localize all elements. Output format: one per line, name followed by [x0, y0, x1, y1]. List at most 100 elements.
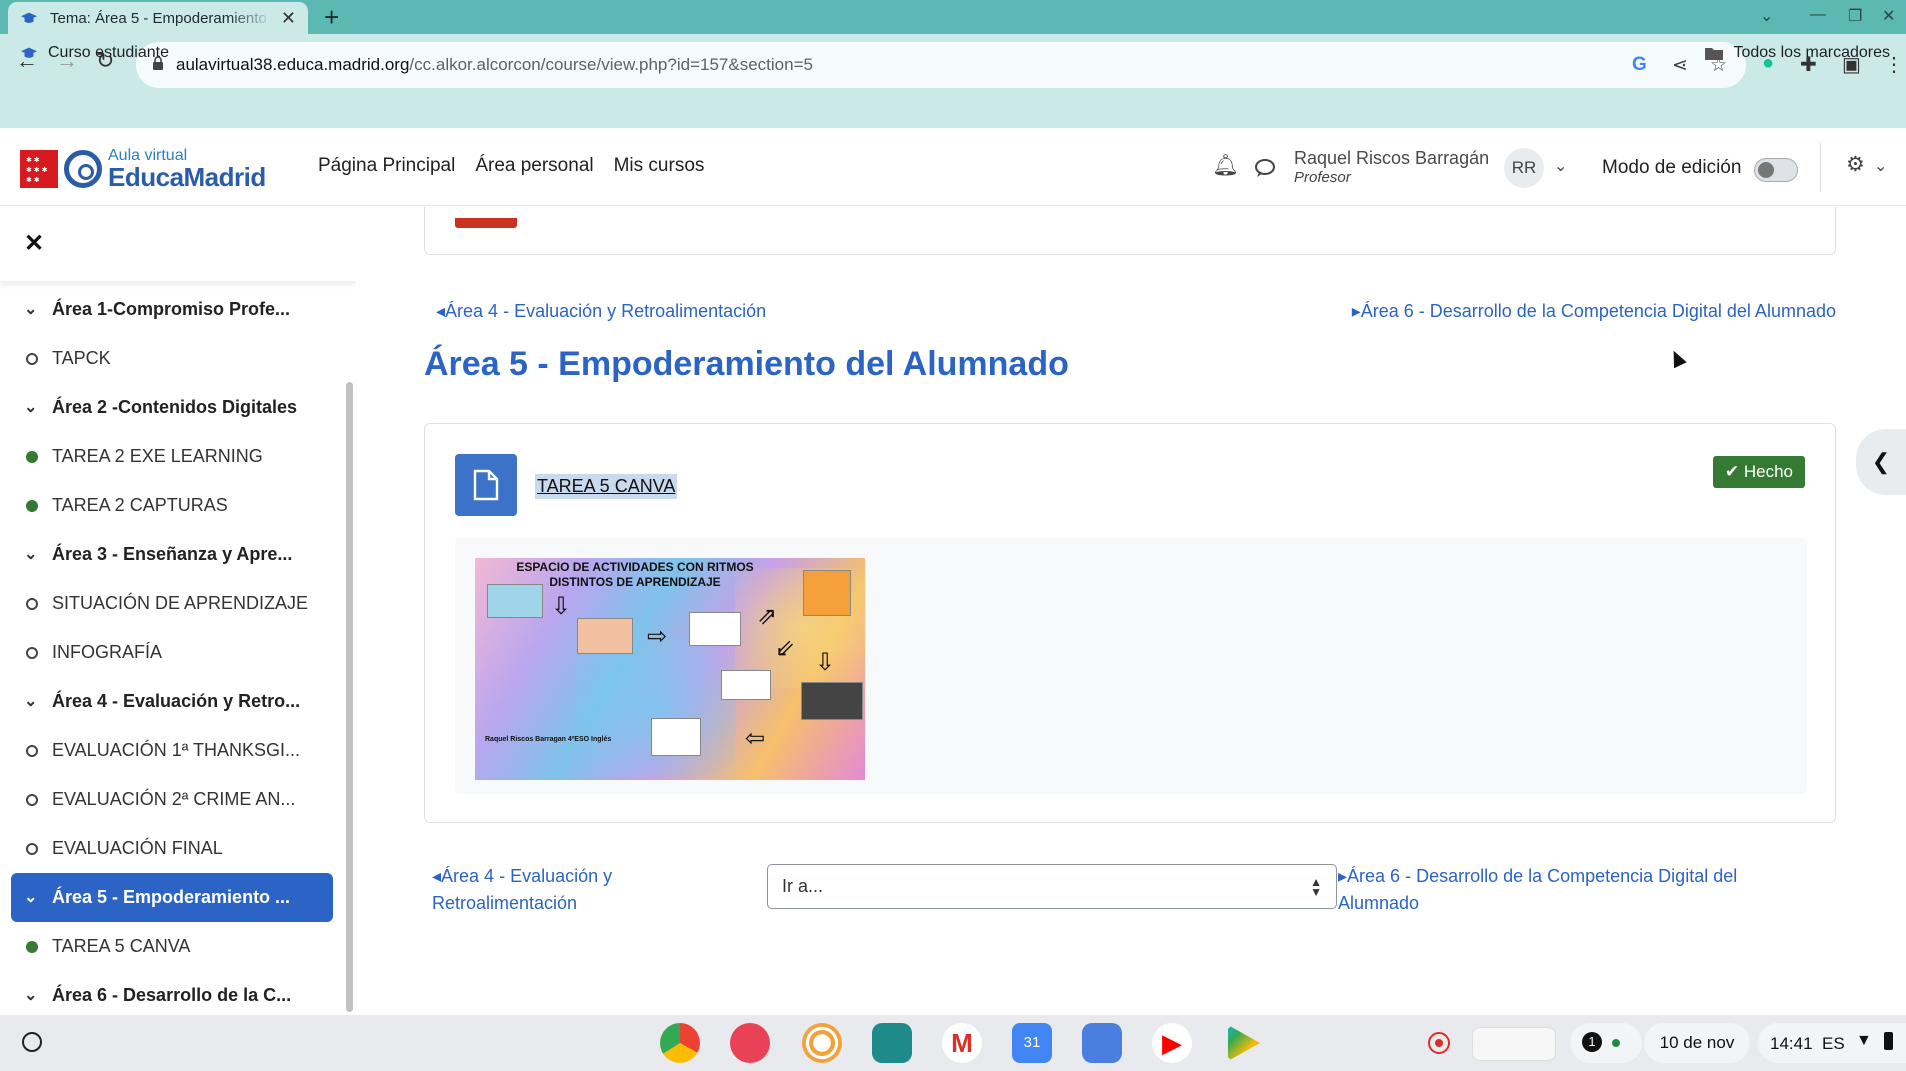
prev-section-link[interactable]: ◂Área 4 - Evaluación y Retroalimentación: [436, 301, 766, 322]
completion-badge[interactable]: ✔ Hecho: [1712, 456, 1805, 488]
chevron-down-icon[interactable]: ⌄: [1874, 156, 1887, 176]
incomplete-circle-icon: [26, 598, 38, 610]
url-host: aulavirtual38.educa.madrid.org: [176, 55, 410, 74]
all-bookmarks-label: Todos los marcadores: [1733, 44, 1890, 61]
browser-tab-strip: Tema: Área 5 - Empoderamiento del Alumna…: [0, 0, 1906, 34]
next-section-link[interactable]: ▸Área 6 - Desarrollo de la Competencia D…: [1352, 301, 1836, 322]
course-index-label: Área 6 - Desarrollo de la C...: [52, 985, 292, 1005]
google-icon[interactable]: G: [1632, 54, 1647, 76]
course-index-label: TAPCK: [52, 348, 111, 368]
course-index-label: TAREA 2 EXE LEARNING: [52, 446, 263, 466]
course-index-activity[interactable]: EVALUACIÓN FINAL: [0, 824, 340, 873]
course-index-activity[interactable]: SITUACIÓN DE APRENDIZAJE: [0, 579, 340, 628]
chrome-icon[interactable]: [660, 1023, 700, 1063]
jump-to-select[interactable]: Ir a... ▲ ▼: [767, 864, 1337, 909]
course-index-label: Área 5 - Empoderamiento ...: [52, 887, 291, 907]
tab-search-icon[interactable]: ⌄: [1760, 6, 1773, 26]
course-index-section[interactable]: ⌄ Área 3 - Enseñanza y Apre...: [0, 530, 340, 579]
share-icon[interactable]: ⋖: [1672, 54, 1688, 77]
chevron-down-icon[interactable]: ⌄: [24, 299, 37, 319]
address-bar[interactable]: aulavirtual38.educa.madrid.org/cc.alkor.…: [136, 42, 1746, 88]
user-menu-name[interactable]: Raquel Riscos Barragán Profesor: [1294, 148, 1489, 186]
completed-dot-icon: [26, 451, 38, 463]
user-role: Profesor: [1294, 169, 1351, 186]
drawer-scrollbar[interactable]: [346, 382, 353, 1012]
close-icon[interactable]: ✕: [24, 229, 44, 258]
edit-mode-label: Modo de edición: [1602, 157, 1742, 178]
launcher-icon[interactable]: [22, 1032, 42, 1052]
bell-icon[interactable]: 🔔︎: [1212, 154, 1239, 178]
files-icon[interactable]: [1082, 1023, 1122, 1063]
tab-close-icon[interactable]: ✕: [281, 8, 296, 29]
bottom-next-section-link[interactable]: ▸Área 6 - Desarrollo de la Competencia D…: [1338, 863, 1818, 917]
nav-my-courses[interactable]: Mis cursos: [614, 155, 705, 177]
chevron-down-icon[interactable]: ⌄: [1554, 156, 1567, 176]
system-tray[interactable]: 14:41 ES ▼: [1758, 1023, 1906, 1063]
course-index-activity[interactable]: EVALUACIÓN 2ª CRIME AN...: [0, 775, 340, 824]
youtube-icon[interactable]: ▶: [1152, 1023, 1192, 1063]
course-index-section[interactable]: ⌄ Área 2 -Contenidos Digitales: [0, 383, 340, 432]
course-index-activity[interactable]: TAPCK: [0, 334, 340, 383]
screenshot-thumbnail[interactable]: [1472, 1027, 1556, 1061]
restore-icon[interactable]: ❐: [1848, 6, 1862, 26]
chevron-down-icon[interactable]: ⌄: [24, 397, 37, 417]
course-index-label: TAREA 2 CAPTURAS: [52, 495, 228, 515]
notification-pill[interactable]: [1570, 1023, 1642, 1063]
select-caret-icon: ▲ ▼: [1310, 875, 1322, 899]
paint-icon[interactable]: [730, 1023, 770, 1063]
canva-author: Raquel Riscos Barragan 4ºESO Inglés: [485, 736, 612, 743]
chevron-down-icon[interactable]: ⌄: [24, 544, 37, 564]
course-index-label: Área 2 -Contenidos Digitales: [52, 397, 298, 417]
messages-icon[interactable]: [1254, 158, 1276, 178]
primary-navigation: Página Principal Área personal Mis curso…: [318, 155, 704, 177]
course-index-activity[interactable]: INFOGRAFÍA: [0, 628, 340, 677]
chevron-down-icon[interactable]: ⌄: [24, 887, 37, 907]
classroom-app-icon[interactable]: [872, 1023, 912, 1063]
course-index-section[interactable]: ⌄ Área 6 - Desarrollo de la C...: [0, 971, 340, 1015]
all-bookmarks[interactable]: Todos los marcadores: [1705, 44, 1890, 62]
course-index-activity[interactable]: EVALUACIÓN 1ª THANKSGI...: [0, 726, 340, 775]
gmail-icon[interactable]: M: [942, 1023, 982, 1063]
course-index-activity[interactable]: TAREA 2 EXE LEARNING: [0, 432, 340, 481]
course-index-section[interactable]: ⌄ Área 4 - Evaluación y Retro...: [0, 677, 340, 726]
completed-dot-icon: [26, 941, 38, 953]
course-index-activity[interactable]: TAREA 2 CAPTURAS: [0, 481, 340, 530]
bottom-prev-section-link[interactable]: ◂Área 4 - Evaluación y Retroalimentación: [432, 863, 672, 917]
course-index-activity[interactable]: TAREA 5 CANVA: [0, 922, 340, 971]
incomplete-circle-icon: [26, 843, 38, 855]
red-button[interactable]: [455, 218, 517, 228]
date-display[interactable]: 10 de nov: [1644, 1023, 1750, 1063]
browser-tab[interactable]: Tema: Área 5 - Empoderamiento del Alumna…: [8, 2, 308, 34]
chevron-down-icon[interactable]: ⌄: [24, 985, 37, 1005]
open-block-drawer-button[interactable]: ❮: [1856, 429, 1906, 495]
previous-section-card: [424, 207, 1836, 255]
chevron-down-icon[interactable]: ⌄: [24, 691, 37, 711]
course-index-section[interactable]: ⌄ Área 5 - Empoderamiento ...: [11, 873, 333, 922]
play-store-icon[interactable]: [1228, 1025, 1260, 1061]
new-tab-icon[interactable]: +: [324, 4, 339, 30]
activity-link[interactable]: TAREA 5 CANVA: [535, 474, 678, 499]
notification-count: 1: [1582, 1032, 1602, 1052]
course-index-section[interactable]: ⌄ Área 1-Compromiso Profe...: [0, 285, 340, 334]
edit-mode-toggle[interactable]: [1754, 158, 1798, 182]
activity-card: TAREA 5 CANVA ✔ Hecho ESPACIO DE ACTIVID…: [424, 423, 1836, 823]
spiral-app-icon[interactable]: [802, 1023, 842, 1063]
course-index-label: TAREA 5 CANVA: [52, 936, 191, 956]
bookmark-curso[interactable]: Curso estudiante: [20, 44, 169, 62]
calendar-icon[interactable]: 31: [1012, 1023, 1052, 1063]
course-index-label: EVALUACIÓN FINAL: [52, 838, 223, 858]
nav-dashboard[interactable]: Área personal: [475, 155, 593, 177]
input-language: ES: [1822, 1034, 1845, 1053]
nav-home[interactable]: Página Principal: [318, 155, 455, 177]
screen-record-icon[interactable]: [1428, 1032, 1450, 1054]
incomplete-circle-icon: [26, 647, 38, 659]
canva-image[interactable]: ESPACIO DE ACTIVIDADES CON RITMOS DISTIN…: [475, 558, 865, 780]
completed-dot-icon: [26, 500, 38, 512]
gear-icon[interactable]: ⚙: [1846, 152, 1865, 177]
minimize-icon[interactable]: —: [1810, 6, 1826, 24]
close-window-icon[interactable]: ✕: [1882, 6, 1895, 26]
educamadrid-logo[interactable]: ✱ ✱ ✱ ✱ ✱ ✱ ✱ Aula virtual EducaMadrid: [20, 148, 266, 190]
avatar[interactable]: RR: [1504, 148, 1544, 188]
course-index-drawer: ✕ ⌄ Área 1-Compromiso Profe... TAPCK ⌄ Área …: [0, 207, 356, 1015]
status-dot-icon: [1612, 1039, 1620, 1047]
